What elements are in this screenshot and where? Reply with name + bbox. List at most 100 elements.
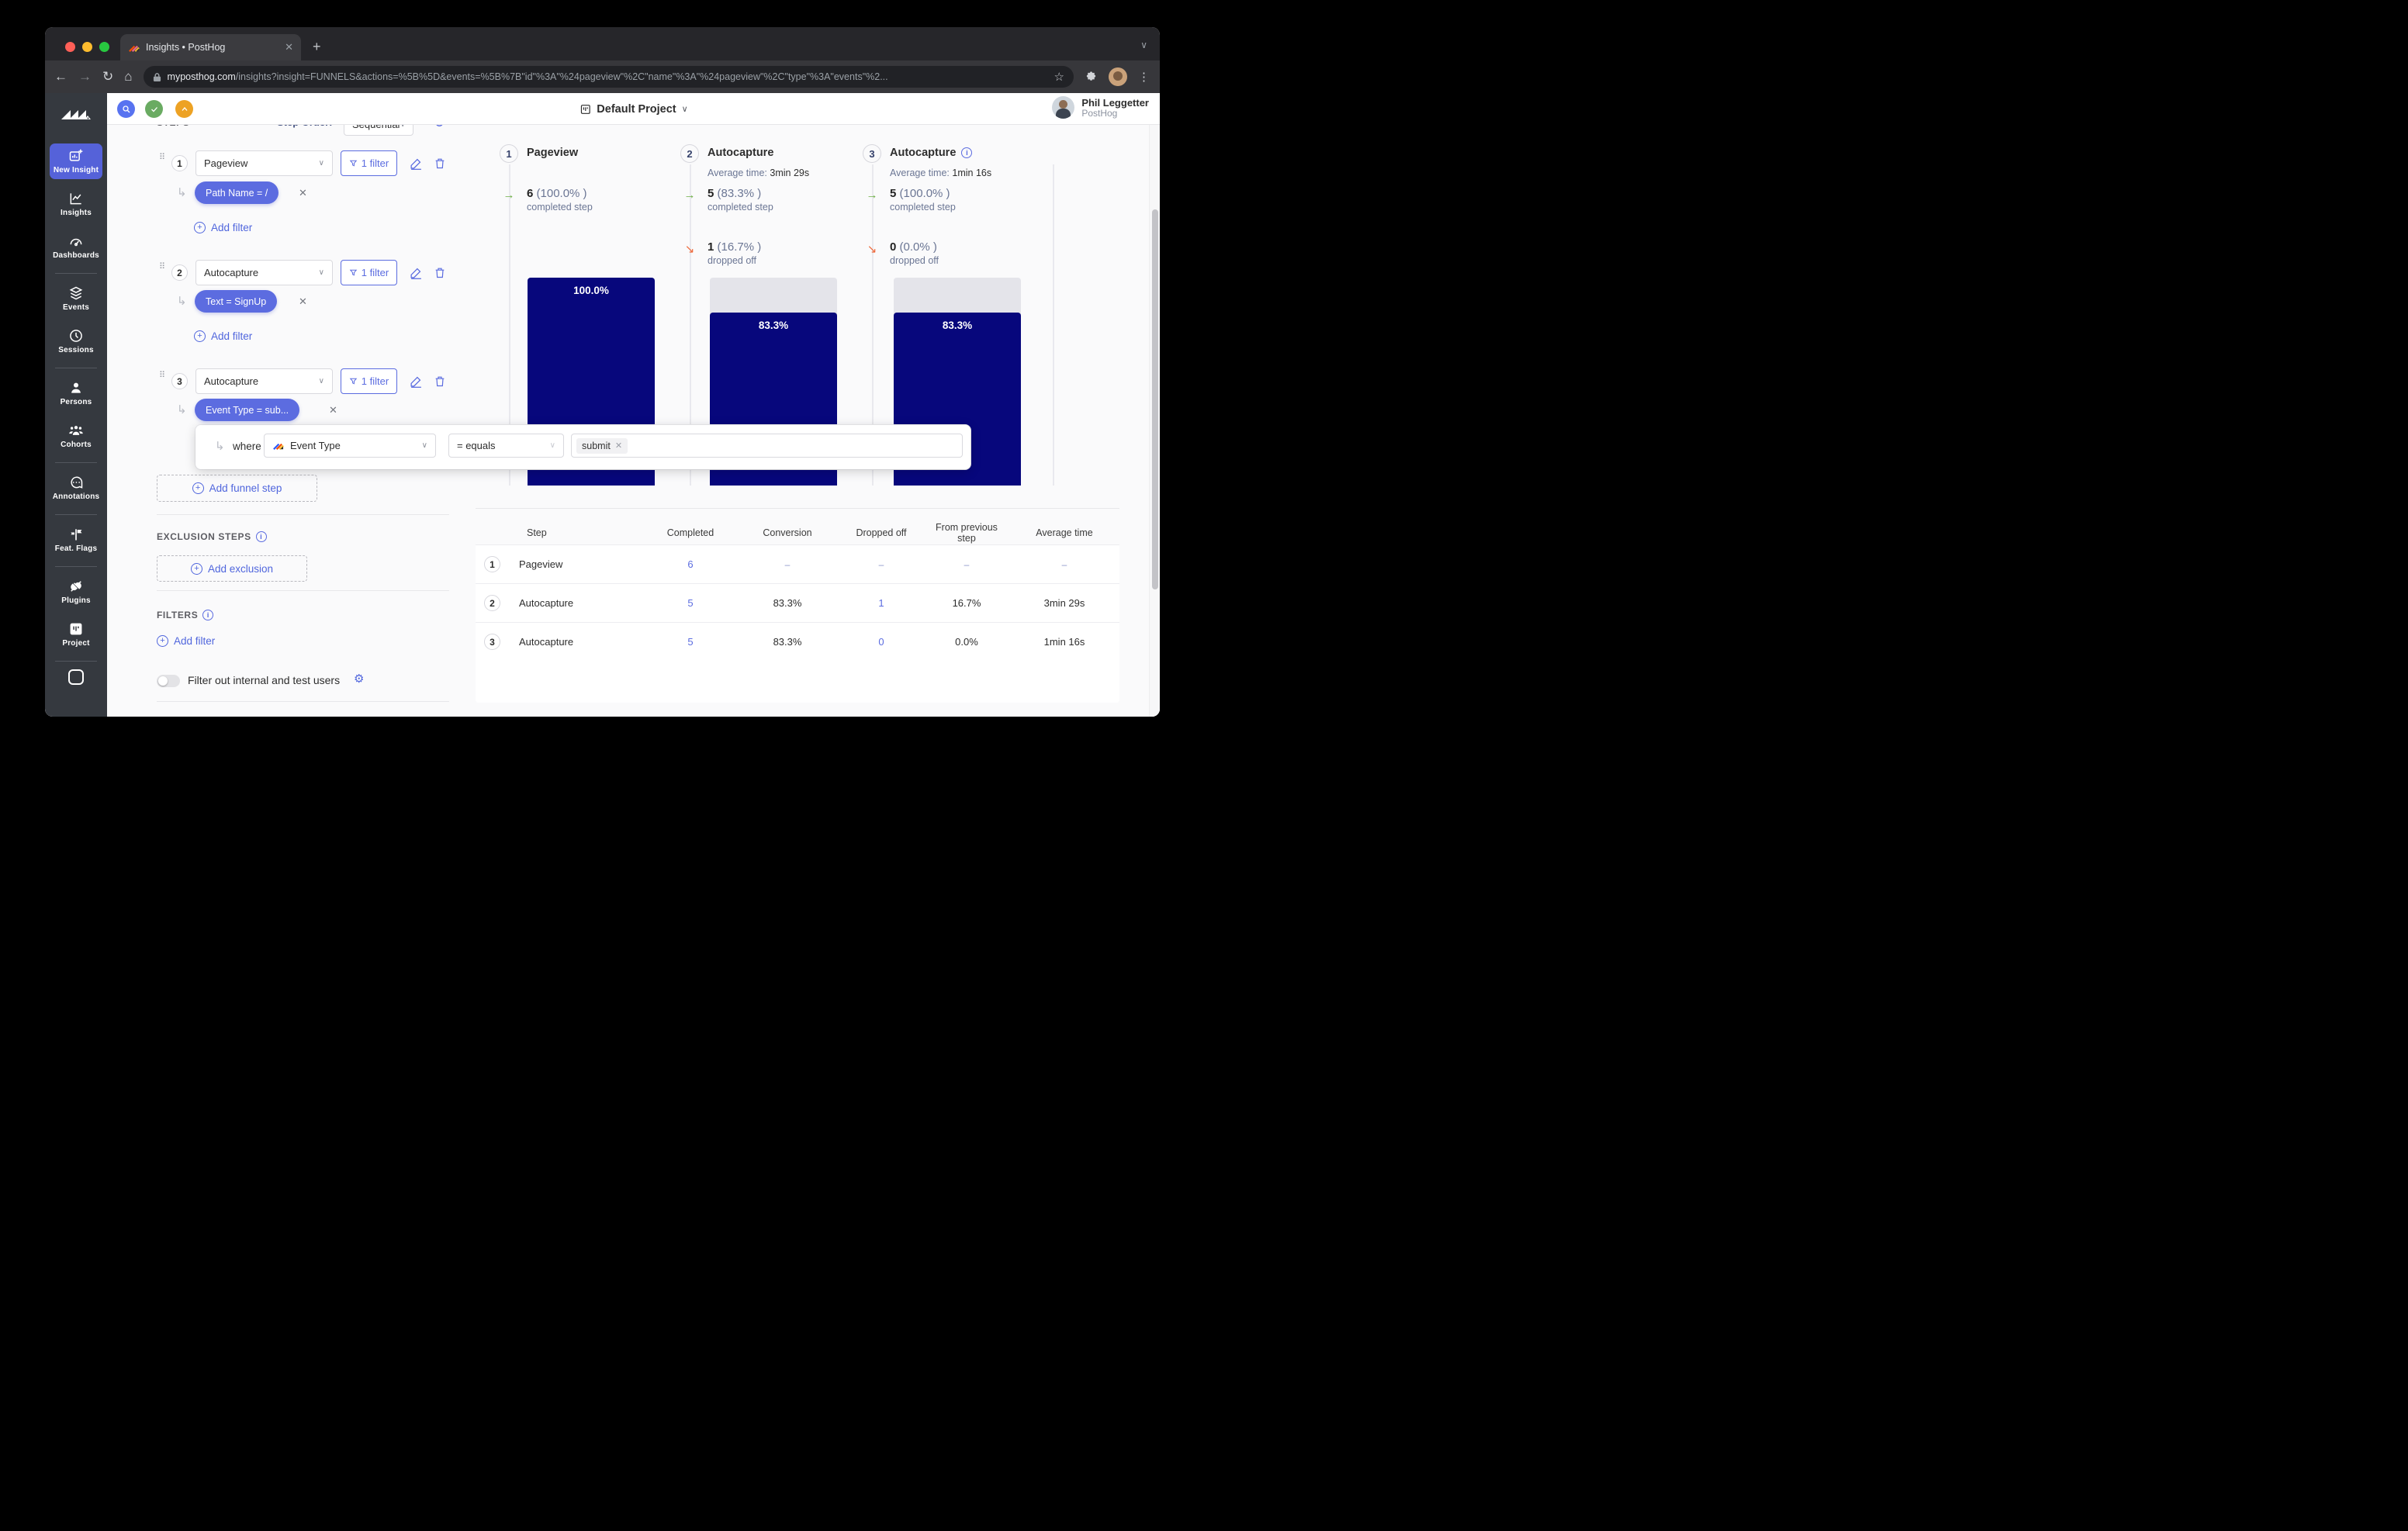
tab-search-chevron-icon[interactable]: ∨ bbox=[1140, 40, 1147, 50]
remove-filter-icon[interactable]: ✕ bbox=[329, 404, 337, 416]
add-filter-link[interactable]: + Add filter bbox=[194, 330, 252, 342]
funnel-dropped-stat[interactable]: 1 (16.7% ) dropped off bbox=[708, 240, 761, 266]
remove-filter-icon[interactable]: ✕ bbox=[299, 187, 307, 199]
row-dropped-link[interactable]: 0 bbox=[839, 636, 924, 648]
browser-menu-icon[interactable]: ⋮ bbox=[1138, 70, 1150, 84]
project-name: Default Project bbox=[597, 102, 676, 116]
sidebar-item-sessions[interactable]: Sessions bbox=[50, 323, 102, 359]
remove-tag-icon[interactable]: ✕ bbox=[615, 441, 622, 451]
step-filter-count-button[interactable]: 1 filter bbox=[341, 150, 397, 176]
maximize-window-button[interactable] bbox=[99, 42, 109, 52]
completed-pct: (83.3% ) bbox=[717, 187, 762, 200]
scrollbar-thumb[interactable] bbox=[1152, 209, 1158, 589]
refresh-icon[interactable]: ↻ bbox=[434, 125, 445, 131]
edit-pencil-icon[interactable] bbox=[410, 375, 423, 388]
status-ok-badge[interactable] bbox=[145, 100, 163, 118]
events-icon bbox=[69, 286, 83, 300]
step-event-select[interactable]: Autocapture ∨ bbox=[195, 368, 333, 394]
sidebar-item-annotations[interactable]: Annotations bbox=[50, 470, 102, 506]
step-filter-count-button[interactable]: 1 filter bbox=[341, 260, 397, 285]
delete-trash-icon[interactable] bbox=[434, 375, 446, 388]
sidebar-item-persons[interactable]: Persons bbox=[50, 375, 102, 411]
property-filter-pill[interactable]: Text = SignUp bbox=[195, 290, 278, 313]
add-filter-link[interactable]: + Add filter bbox=[194, 222, 252, 233]
forward-icon[interactable]: → bbox=[78, 69, 92, 85]
edit-pencil-icon[interactable] bbox=[410, 157, 423, 170]
bookmark-star-icon[interactable]: ☆ bbox=[1054, 70, 1064, 84]
funnel-completed-stat[interactable]: 6 (100.0% ) completed step bbox=[527, 187, 593, 213]
sidebar-item-new-insight[interactable]: New Insight bbox=[50, 143, 102, 179]
tab-close-icon[interactable]: ✕ bbox=[285, 41, 293, 54]
project-icon bbox=[70, 623, 82, 635]
row-completed-link[interactable]: 5 bbox=[645, 597, 736, 609]
extensions-puzzle-icon[interactable] bbox=[1085, 71, 1098, 84]
value-tag[interactable]: submit ✕ bbox=[576, 437, 628, 454]
property-filter-label: Text = SignUp bbox=[206, 295, 267, 307]
info-icon[interactable]: i bbox=[202, 610, 214, 620]
sidebar-item-feature-flags[interactable]: Feat. Flags bbox=[50, 522, 102, 558]
browser-titlebar: Insights • PostHog ✕ + ∨ bbox=[45, 27, 1160, 60]
browser-tab[interactable]: Insights • PostHog ✕ bbox=[120, 34, 301, 60]
project-switcher[interactable]: Default Project ∨ bbox=[579, 93, 688, 125]
drag-handle[interactable]: ⠿ bbox=[159, 154, 167, 162]
reload-icon[interactable]: ↻ bbox=[102, 69, 113, 85]
back-icon[interactable]: ← bbox=[54, 69, 67, 85]
delete-trash-icon[interactable] bbox=[434, 266, 446, 279]
sidebar-divider bbox=[55, 273, 97, 274]
property-select[interactable]: Event Type ∨ bbox=[264, 434, 436, 458]
warning-button[interactable] bbox=[175, 100, 193, 118]
posthog-app: New Insight Insights Dashboards Events S… bbox=[45, 93, 1160, 717]
sidebar-item-insights[interactable]: Insights bbox=[50, 186, 102, 222]
sidebar-item-clipped[interactable] bbox=[68, 669, 84, 685]
url-bar[interactable]: myposthog.com/insights?insight=FUNNELS&a… bbox=[143, 66, 1074, 88]
operator-select[interactable]: = equals ∨ bbox=[448, 434, 564, 458]
table-row: 2 Autocapture 5 83.3% 1 16.7% 3min 29s bbox=[476, 583, 1119, 622]
add-funnel-step-button[interactable]: + Add funnel step bbox=[157, 475, 317, 502]
step-order-select[interactable]: Sequential ∨ bbox=[344, 125, 413, 136]
drag-handle[interactable]: ⠿ bbox=[159, 263, 167, 271]
browser-profile-avatar[interactable] bbox=[1109, 67, 1127, 86]
minimize-window-button[interactable] bbox=[82, 42, 92, 52]
page-scrollbar[interactable] bbox=[1149, 125, 1160, 717]
test-users-toggle[interactable] bbox=[157, 675, 180, 687]
operator-value: = equals bbox=[457, 440, 496, 451]
sidebar-item-project[interactable]: Project bbox=[50, 617, 102, 652]
funnel-dropped-stat[interactable]: 0 (0.0% ) dropped off bbox=[890, 240, 939, 266]
step-filter-count-button[interactable]: 1 filter bbox=[341, 368, 397, 394]
value-input[interactable]: submit ✕ bbox=[571, 434, 963, 458]
funnel-completed-stat[interactable]: 5 (100.0% ) completed step bbox=[890, 187, 956, 213]
sidebar-item-cohorts[interactable]: Cohorts bbox=[50, 418, 102, 454]
remove-filter-icon[interactable]: ✕ bbox=[299, 295, 307, 308]
search-button[interactable] bbox=[117, 100, 135, 118]
add-global-filter-link[interactable]: + Add filter bbox=[157, 635, 215, 647]
sidebar-item-events[interactable]: Events bbox=[50, 281, 102, 316]
close-window-button[interactable] bbox=[65, 42, 75, 52]
row-completed-link[interactable]: 5 bbox=[645, 636, 736, 648]
step-event-select[interactable]: Autocapture ∨ bbox=[195, 260, 333, 285]
row-conversion: 83.3% bbox=[773, 636, 802, 648]
delete-trash-icon[interactable] bbox=[434, 157, 446, 170]
gear-icon[interactable]: ⚙ bbox=[354, 672, 364, 686]
edit-pencil-icon[interactable] bbox=[410, 266, 423, 279]
row-dropped-link[interactable]: 1 bbox=[839, 597, 924, 609]
info-icon[interactable]: i bbox=[255, 531, 267, 542]
new-tab-button[interactable]: + bbox=[313, 40, 321, 54]
add-exclusion-button[interactable]: + Add exclusion bbox=[157, 555, 307, 582]
sidebar-item-dashboards[interactable]: Dashboards bbox=[50, 229, 102, 264]
drag-handle[interactable]: ⠿ bbox=[159, 372, 167, 380]
sidebar-item-plugins[interactable]: Plugins bbox=[50, 574, 102, 610]
property-filter-pill[interactable]: Path Name = / bbox=[195, 181, 279, 204]
step-event-select[interactable]: Pageview ∨ bbox=[195, 150, 333, 176]
info-icon[interactable]: i bbox=[961, 147, 973, 158]
user-menu[interactable]: Phil Leggetter PostHog bbox=[1052, 96, 1149, 119]
window-controls[interactable] bbox=[65, 42, 109, 52]
add-funnel-step-label: Add funnel step bbox=[209, 482, 282, 494]
sidebar-item-label: Dashboards bbox=[53, 251, 99, 260]
funnel-completed-stat[interactable]: 5 (83.3% ) completed step bbox=[708, 187, 773, 213]
step-event-value: Autocapture bbox=[204, 267, 259, 278]
home-icon[interactable]: ⌂ bbox=[124, 69, 132, 85]
property-filter-pill[interactable]: Event Type = sub... bbox=[195, 399, 300, 421]
row-completed-link[interactable]: 6 bbox=[645, 558, 736, 570]
step-order-label: Step Order: bbox=[277, 125, 333, 128]
add-filter-label: Add filter bbox=[211, 330, 253, 342]
